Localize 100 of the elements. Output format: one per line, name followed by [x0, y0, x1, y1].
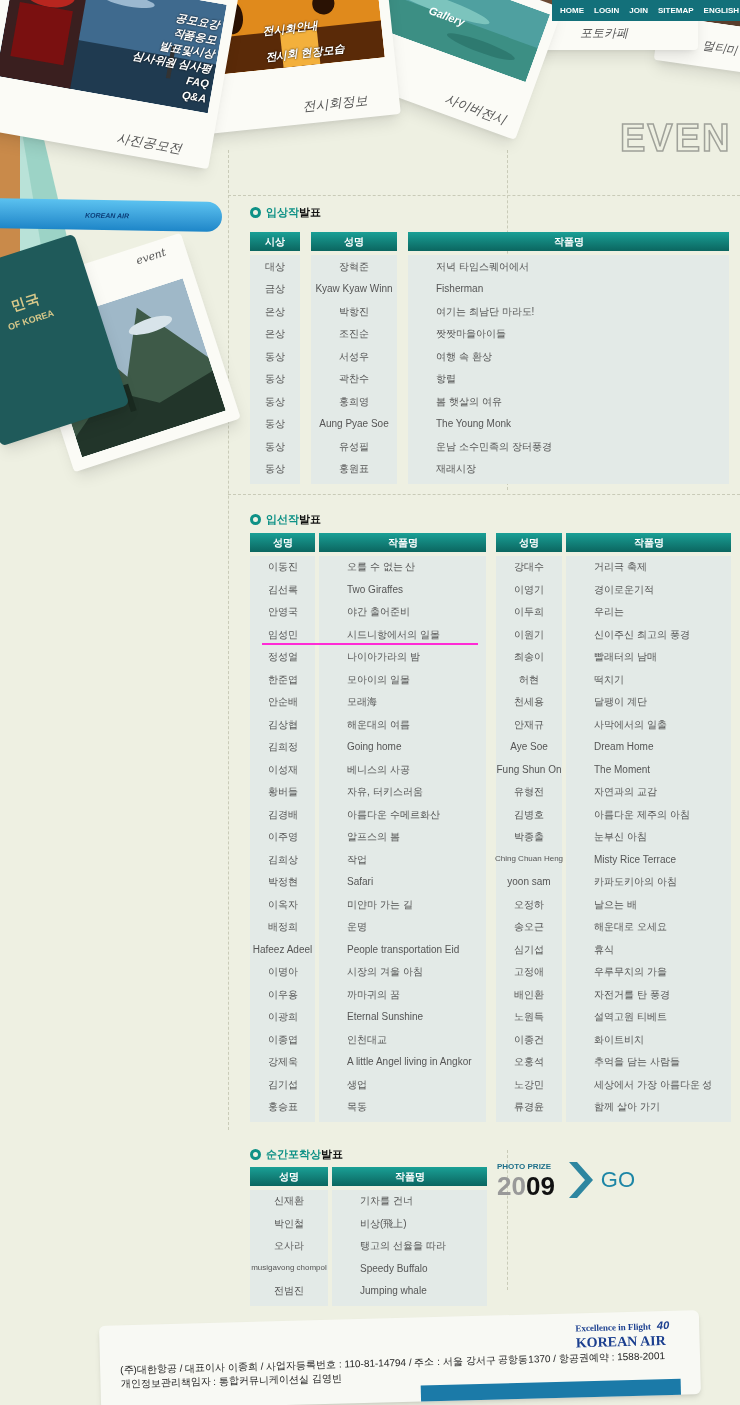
go-link[interactable]: PHOTO PRIZE 2009 GO — [497, 1160, 636, 1199]
table-cell: 유형전 — [496, 780, 562, 803]
table-cell: 노강민 — [496, 1073, 562, 1096]
section-title: 입선작발표 — [266, 512, 321, 528]
table-cell: 설역고원 티베트 — [566, 1005, 731, 1028]
column-header: 성명 — [250, 1166, 328, 1186]
table-cell: 박종출 — [496, 825, 562, 848]
table-cell: 우루무치의 가을 — [566, 960, 731, 983]
table-cell: 은상 — [250, 322, 300, 345]
table-cell: 해운대로 오세요 — [566, 915, 731, 938]
table-cell: 빨래터의 남매 — [566, 645, 731, 668]
table-cell: 이영기 — [496, 578, 562, 601]
section-title: 순간포착상발표 — [266, 1147, 343, 1163]
table-cell: People transportation Eid — [319, 938, 486, 961]
table-cell: Two Giraffes — [319, 578, 486, 601]
table-cell: 송오근 — [496, 915, 562, 938]
table-cell: 봄 햇살의 여유 — [408, 390, 729, 413]
table-cell: 고정애 — [496, 960, 562, 983]
table-cell: 조진순 — [311, 322, 397, 345]
table-cell: 우리는 — [566, 600, 731, 623]
table-cell: 오사라 — [250, 1234, 328, 1257]
table-cell: 이명아 — [250, 960, 315, 983]
nav-link[interactable]: SITEMAP — [658, 4, 694, 17]
table-cell: 나이아가라의 밤 — [319, 645, 486, 668]
nav-link[interactable]: ENGLISH — [703, 4, 740, 17]
table-cell: 최송이 — [496, 645, 562, 668]
polaroid-caption[interactable]: 사진공모전 — [115, 127, 183, 158]
table-cell: 동상 — [250, 435, 300, 458]
polaroid-caption[interactable]: 멀티미 — [700, 36, 740, 60]
column-header: 작품명 — [319, 532, 486, 552]
table-cell: 운명 — [319, 915, 486, 938]
bullet-icon — [250, 1149, 261, 1160]
table-cell: musigavong chompol — [250, 1257, 328, 1280]
polaroid-caption[interactable]: event — [134, 244, 169, 270]
table-cell: 항렬 — [408, 367, 729, 390]
table-cell: 휴식 — [566, 938, 731, 961]
table-cell: 유성필 — [311, 435, 397, 458]
table-cell: 김상협 — [250, 713, 315, 736]
table-cell: 이옥자 — [250, 893, 315, 916]
table-cell: 홍승표 — [250, 1095, 315, 1122]
table-cell: 시드니항에서의 일몰 — [319, 623, 486, 646]
table-cell: 이두희 — [496, 600, 562, 623]
table-cell: 안영국 — [250, 600, 315, 623]
table-cell: Misty Rice Terrace — [566, 848, 731, 871]
table-cell: Jumping whale — [332, 1279, 487, 1306]
column-header: 성명 — [496, 532, 562, 552]
column-header: 작품명 — [408, 232, 729, 251]
table-cell: 박정현 — [250, 870, 315, 893]
table-cell: 모래海 — [319, 690, 486, 713]
table-cell: Eternal Sunshine — [319, 1005, 486, 1028]
table-cell: 이원기 — [496, 623, 562, 646]
table-cell: Ching Chuan Heng — [496, 848, 562, 871]
table-cell: 전범진 — [250, 1279, 328, 1306]
table-cell: Fisherman — [408, 277, 729, 300]
table-cell: 금상 — [250, 277, 300, 300]
table-cell: 운남 소수민족의 장터풍경 — [408, 435, 729, 458]
table-cell: 까마귀의 꿈 — [319, 983, 486, 1006]
table-cell: 저녁 타임스퀘어에서 — [408, 255, 729, 278]
table-cell: 김선록 — [250, 578, 315, 601]
table-cell: 김병호 — [496, 803, 562, 826]
table-cell: 이종건 — [496, 1028, 562, 1051]
table-cell: Speedy Buffalo — [332, 1257, 487, 1280]
table-cell: 홍희영 — [311, 390, 397, 413]
table-cell: Fung Shun On — [496, 758, 562, 781]
table-cell: Safari — [319, 870, 486, 893]
table-cell: 이주영 — [250, 825, 315, 848]
table-cell: 자연과의 교감 — [566, 780, 731, 803]
table-cell: 자유, 터키스러움 — [319, 780, 486, 803]
nav-link[interactable]: LOGIN — [594, 4, 620, 17]
table-cell: 류경윤 — [496, 1095, 562, 1122]
section-title: 입상작발표 — [266, 204, 321, 220]
page-title: EVEN — [620, 116, 732, 161]
table-cell: 곽찬수 — [311, 367, 397, 390]
nav-link[interactable]: JOIN — [629, 4, 648, 17]
table-cell: 이우용 — [250, 983, 315, 1006]
table-cell: 동상 — [250, 367, 300, 390]
table-cell: 모아이의 일몰 — [319, 668, 486, 691]
column-header: 작품명 — [332, 1166, 487, 1186]
nav-link[interactable]: HOME — [560, 4, 584, 17]
menu-link[interactable]: 전시회 현장모습 — [264, 41, 346, 64]
table-cell: 심기섭 — [496, 938, 562, 961]
table-cell: 비상(飛上) — [332, 1212, 487, 1235]
table-cell: 정성얼 — [250, 645, 315, 668]
table-cell: 동상 — [250, 412, 300, 435]
polaroid-caption[interactable]: 포토카페 — [580, 24, 628, 42]
table-cell: 이성재 — [250, 758, 315, 781]
polaroid-caption[interactable]: 전시회정보 — [301, 89, 369, 117]
table-cell: 장혁준 — [311, 255, 397, 278]
table-cell: 야간 출어준비 — [319, 600, 486, 623]
table-cell: 아름다운 수메르화산 — [319, 803, 486, 826]
table-cell: 거리극 축제 — [566, 555, 731, 578]
table-cell: 안재규 — [496, 713, 562, 736]
table-cell: 천세용 — [496, 690, 562, 713]
table-cell: 오를 수 없는 산 — [319, 555, 486, 578]
table-cell: 박인철 — [250, 1212, 328, 1235]
passport-text: 민국 — [8, 289, 41, 314]
table-cell: 생업 — [319, 1073, 486, 1096]
table-cell: 은상 — [250, 300, 300, 323]
bullet-icon — [250, 514, 261, 525]
table-cell: Going home — [319, 735, 486, 758]
